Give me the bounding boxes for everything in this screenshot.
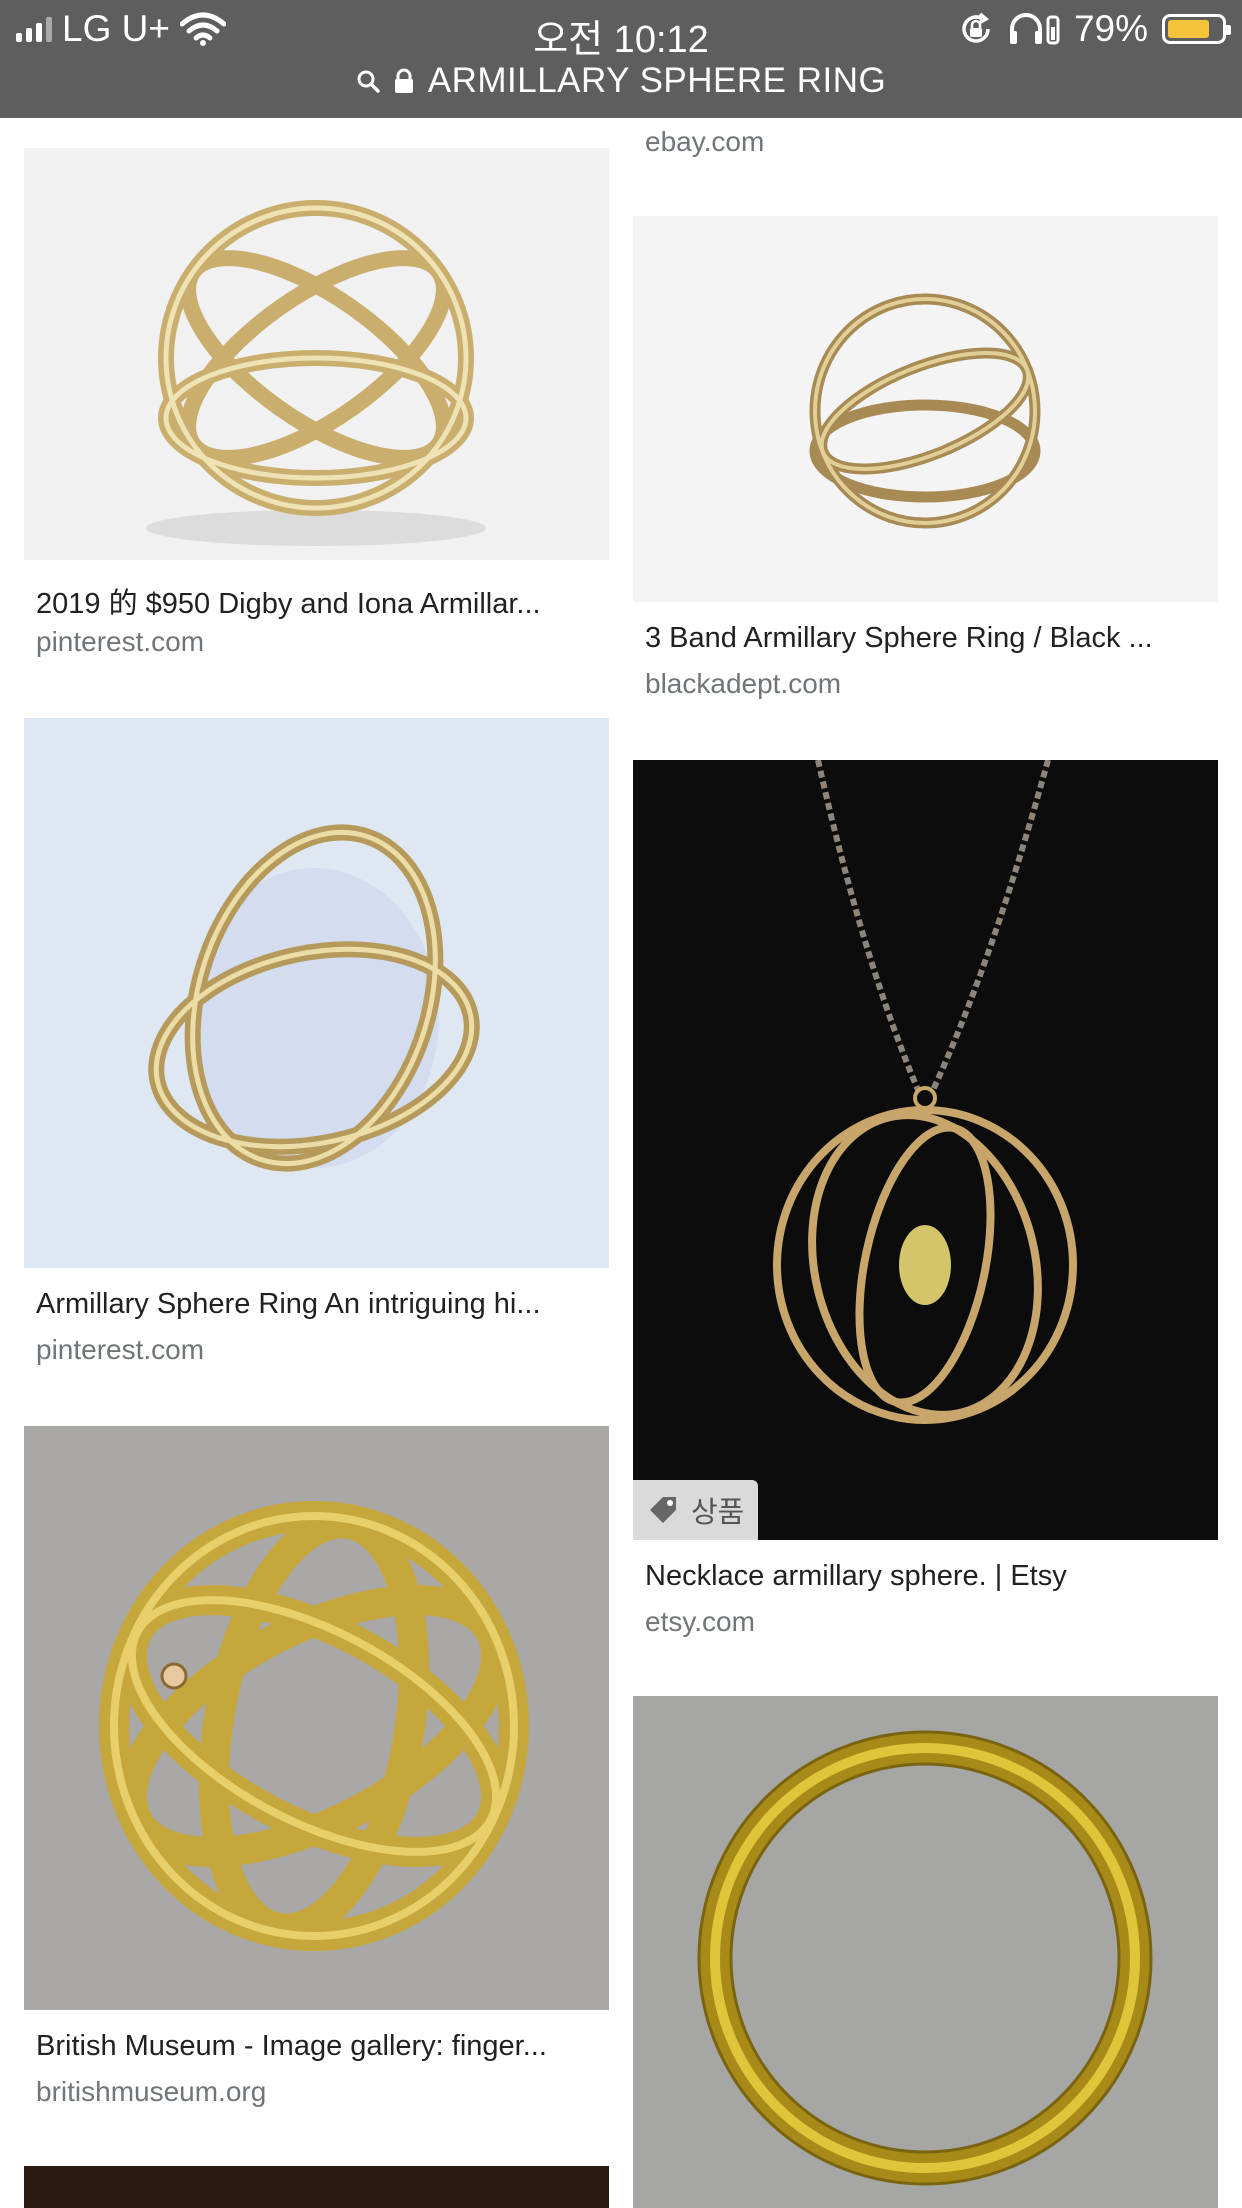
tag-icon [650, 1497, 676, 1523]
status-bar: LG U+ 오전 10:12 79% [0, 0, 1242, 62]
result-card[interactable]: 3 Band Armillary Sphere Ring / Black ...… [633, 216, 1218, 716]
battery-icon [1162, 14, 1231, 44]
gold-ring-image [809, 293, 1041, 529]
lock-icon [394, 68, 413, 93]
search-icon [357, 70, 380, 93]
necklace-image [773, 760, 1077, 1424]
url-query: ARMILLARY SPHERE RING [427, 61, 887, 100]
result-image[interactable] [24, 718, 609, 1268]
status-right: 79% [958, 8, 1231, 50]
url-bar[interactable]: ARMILLARY SPHERE RING [0, 58, 1242, 104]
result-card-partial[interactable] [633, 1696, 1218, 2208]
orientation-lock-icon [962, 12, 990, 43]
product-badge-label: 상품 [691, 1497, 745, 1529]
result-source: blackadept.com [645, 668, 842, 699]
gold-band-image [697, 1730, 1153, 2186]
result-image[interactable]: 상품 [633, 760, 1218, 1540]
result-title: British Museum - Image gallery: finger..… [36, 2030, 547, 2062]
image-results-grid: ebay.com 2019 的 $950 Digby and Iona Armi… [0, 0, 1242, 2208]
result-image[interactable] [633, 216, 1218, 602]
product-badge: 상품 [633, 1480, 759, 1540]
result-source: britishmuseum.org [36, 2076, 267, 2107]
result-card[interactable]: British Museum - Image gallery: finger..… [24, 1426, 609, 2126]
result-source: ebay.com [645, 126, 765, 157]
result-card[interactable]: 2019 的 $950 Digby and Iona Armillar... p… [24, 148, 609, 668]
result-title: 2019 的 $950 Digby and Iona Armillar... [36, 588, 541, 620]
battery-fill [1168, 20, 1209, 38]
result-card[interactable]: 상품 Necklace armillary sphere. | Etsy ets… [633, 760, 1218, 1640]
result-image[interactable] [24, 2166, 609, 2208]
result-title: Armillary Sphere Ring An intriguing hi..… [36, 1288, 541, 1320]
result-card-partial[interactable] [24, 2166, 609, 2208]
result-title: 3 Band Armillary Sphere Ring / Black ... [645, 622, 1153, 654]
gold-ring-image [146, 200, 486, 546]
gold-ring-image [148, 824, 480, 1172]
result-image[interactable] [24, 148, 609, 560]
result-card[interactable]: Armillary Sphere Ring An intriguing hi..… [24, 718, 609, 1378]
result-source: pinterest.com [36, 1334, 205, 1365]
result-image[interactable] [633, 1696, 1218, 2208]
top-bar: LG U+ 오전 10:12 79% ARMILLARY SPHERE RING [0, 0, 1242, 118]
result-image[interactable] [24, 1426, 609, 2010]
result-title: Necklace armillary sphere. | Etsy [645, 1560, 1067, 1592]
result-source: etsy.com [645, 1606, 755, 1637]
headphones-icon [1009, 13, 1060, 45]
gold-ring-image [99, 1501, 529, 1951]
battery-percent: 79% [1073, 8, 1148, 49]
result-source: pinterest.com [36, 626, 205, 657]
